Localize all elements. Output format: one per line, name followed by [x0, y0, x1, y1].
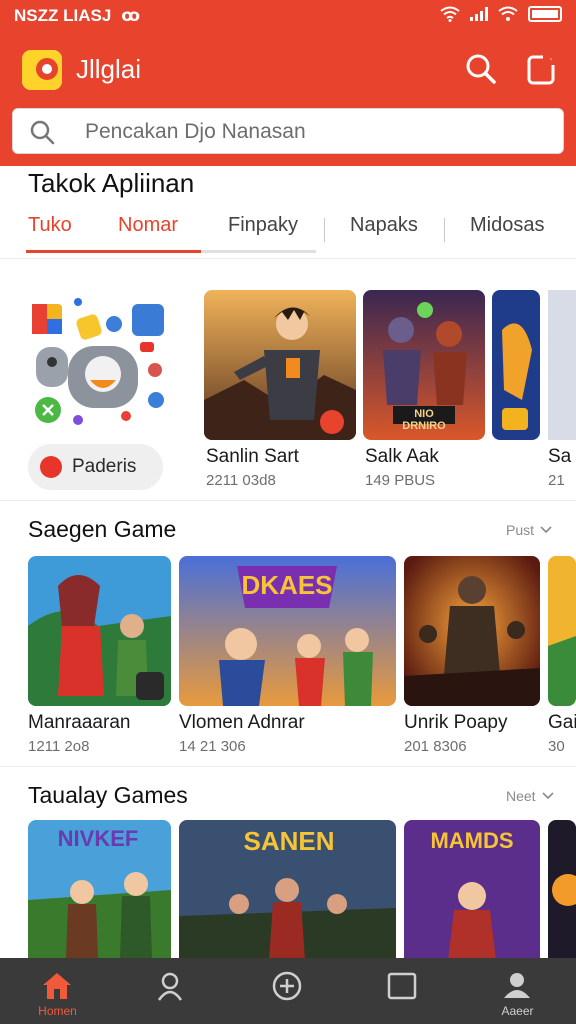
top-app-bar: NSZZ LIASJ ꝏ Jllglai Pencakan Djo Nanasa…	[0, 0, 576, 166]
section-divider	[0, 766, 576, 767]
thumbnail-banner: SANEN	[243, 826, 335, 856]
game-thumbnail	[548, 556, 576, 706]
game-thumbnail	[548, 820, 576, 958]
tab-napaks[interactable]: Napaks	[350, 214, 418, 237]
search-icon[interactable]	[464, 52, 498, 86]
thumbnail-banner: MAMDS	[430, 828, 514, 853]
tab-divider	[324, 218, 325, 242]
game-card[interactable]: NIO DRNIRO Salk Aak 149 PBUS	[363, 290, 485, 490]
wifi-icon-secondary	[498, 6, 518, 21]
section-more-button[interactable]: Neet	[506, 788, 554, 804]
chevron-down-icon	[540, 526, 552, 534]
card-subtitle: 14 21 306	[179, 738, 246, 755]
game-thumbnail	[404, 556, 540, 706]
tab-nomar[interactable]: Nomar	[118, 214, 178, 237]
tab-tuko[interactable]: Tuko	[28, 214, 72, 237]
game-card[interactable]: SANEN	[179, 820, 396, 958]
section-divider	[0, 500, 576, 501]
game-card[interactable]: Manraaaran 1211 2o8	[28, 556, 171, 756]
game-card[interactable]: DKAES Vlomen Adnrar 14 21 306	[179, 556, 396, 756]
tab-finpaky[interactable]: Finpaky	[228, 214, 298, 237]
profile-search-icon	[157, 972, 183, 1001]
game-card[interactable]: Sa 21	[492, 290, 576, 490]
section-title: Taualay Games	[28, 782, 188, 808]
tab-midosas[interactable]: Midosas	[470, 214, 544, 237]
nav-item-library[interactable]	[345, 958, 460, 1024]
bottom-navigation: Homen Aaeer	[0, 958, 576, 1024]
game-card[interactable]: NIVKEF	[28, 820, 171, 958]
search-bar[interactable]: Pencakan Djo Nanasan	[12, 108, 564, 154]
status-time: NSZZ LIASJ	[14, 6, 112, 25]
add-circle-icon	[272, 971, 302, 1001]
card-title: Unrik Poapy	[404, 712, 508, 733]
notification-icon: ꝏ	[121, 6, 141, 25]
thumbnail-banner: NIVKEF	[57, 826, 139, 851]
section-title: Takok Apliinan	[28, 168, 195, 198]
card-title: Salk Aak	[365, 446, 439, 467]
app-bar: Jllglai	[0, 44, 576, 100]
battery-icon	[528, 6, 562, 22]
card-subtitle: 149 PBUS	[365, 472, 436, 489]
nav-item-home[interactable]: Homen	[0, 958, 115, 1024]
card-subtitle: 1211 2o8	[28, 738, 90, 755]
card-subtitle: 2211 03d8	[206, 472, 276, 489]
search-input[interactable]: Pencakan Djo Nanasan	[85, 120, 306, 144]
wifi-icon	[440, 6, 460, 22]
pill-label: Paderis	[72, 456, 137, 477]
card-title: Sanlin Sart	[206, 446, 299, 467]
notification-square-icon[interactable]	[524, 52, 558, 86]
card-title: Vlomen Adnrar	[179, 712, 305, 733]
category-tabs: Tuko Nomar Finpaky Napaks Midosas	[0, 206, 576, 254]
game-card[interactable]: Sanlin Sart 2211 03d8	[204, 290, 356, 490]
section-title: Saegen Game	[28, 516, 177, 542]
card-subtitle: 201 8306	[404, 738, 467, 755]
search-icon	[30, 120, 55, 145]
game-card[interactable]	[548, 820, 576, 958]
card-title: Sa	[548, 446, 572, 467]
chevron-down-icon	[542, 792, 554, 800]
game-card[interactable]: Gai 30	[548, 556, 576, 756]
game-card[interactable]: Unrik Poapy 201 8306	[404, 556, 540, 756]
more-label: Pust	[506, 522, 535, 538]
more-label: Neet	[506, 788, 536, 804]
game-thumbnail	[548, 290, 576, 440]
red-dot-icon	[40, 456, 62, 478]
game-thumbnail	[204, 290, 356, 440]
home-icon	[43, 973, 71, 999]
games-collage-icon[interactable]	[28, 292, 173, 432]
status-bar: NSZZ LIASJ ꝏ	[0, 0, 576, 32]
tab-divider	[444, 218, 445, 242]
game-thumbnail	[492, 290, 540, 440]
section-divider	[0, 258, 576, 259]
library-icon	[387, 972, 417, 1000]
nav-label: Homen	[38, 1004, 77, 1018]
tab-underline-active	[26, 250, 201, 253]
nav-item-account[interactable]: Aaeer	[460, 958, 575, 1024]
featured-pill-button[interactable]: Paderis	[28, 444, 163, 490]
section-more-button[interactable]: Pust	[506, 522, 552, 538]
account-icon	[504, 973, 530, 998]
game-card[interactable]: MAMDS	[404, 820, 540, 958]
card-title: Manraaaran	[28, 712, 131, 733]
signal-icon	[470, 7, 488, 21]
nav-item-search[interactable]	[115, 958, 230, 1024]
game-thumbnail	[28, 556, 171, 706]
app-logo	[22, 50, 62, 90]
app-title: Jllglai	[76, 54, 142, 84]
nav-label: Aaeer	[501, 1004, 534, 1018]
card-subtitle: 21	[548, 472, 565, 489]
thumbnail-banner: DKAES	[241, 570, 333, 600]
thumbnail-banner: NIO DRNIRO	[402, 408, 446, 432]
card-title: Gai	[548, 712, 576, 733]
nav-item-add[interactable]	[230, 958, 345, 1024]
card-subtitle: 30	[548, 738, 565, 755]
